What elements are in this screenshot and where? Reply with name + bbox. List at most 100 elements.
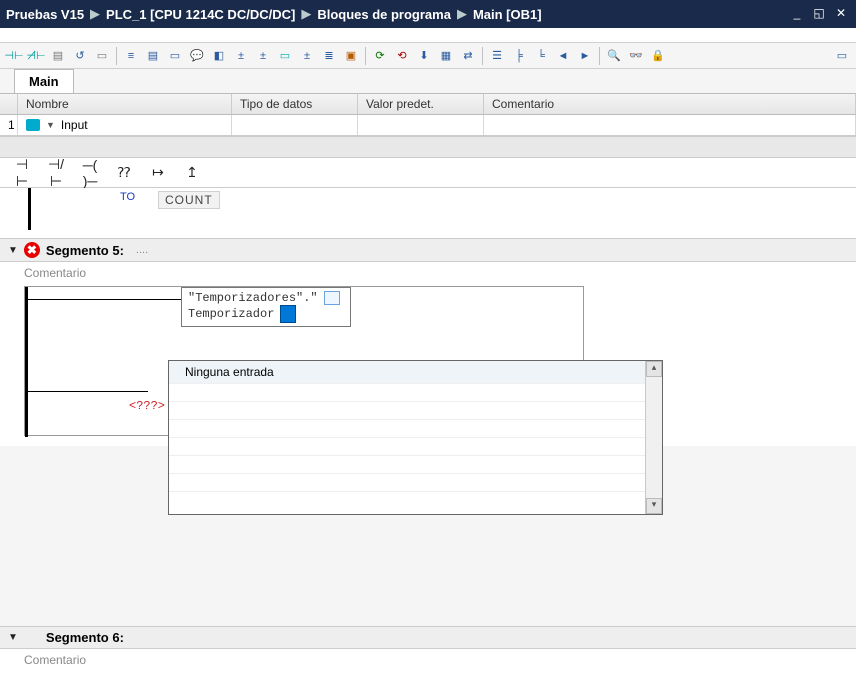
update-icon[interactable]: ↺	[70, 46, 90, 66]
operand-picklist-button[interactable]	[324, 291, 340, 305]
tab-main[interactable]: Main	[14, 69, 74, 93]
rows-icon[interactable]: ≡	[121, 46, 141, 66]
error-badge-icon: ✖	[24, 242, 40, 258]
row-label: Input	[61, 118, 88, 132]
interface-icon[interactable]: ▭	[92, 46, 112, 66]
go-offline-icon[interactable]: ⟲	[392, 46, 412, 66]
collapse-toggle-icon[interactable]: ▼	[8, 632, 18, 643]
autocomplete-dropdown[interactable]: Ninguna entrada ▴ ▾	[168, 360, 663, 515]
split-view-icon[interactable]: ▤	[48, 46, 68, 66]
autocomplete-blank-row	[169, 420, 645, 438]
fav-coil[interactable]: ─( )─	[78, 157, 102, 189]
neg-contact-tool-icon[interactable]: ⊣̸⊢	[26, 46, 46, 66]
structure2-icon[interactable]: ╘	[531, 46, 551, 66]
insert2-icon[interactable]: ±	[253, 46, 273, 66]
autocomplete-item-none[interactable]: Ninguna entrada	[169, 361, 645, 384]
row-nombre[interactable]: ▼ Input	[18, 115, 232, 135]
structure-icon[interactable]: ╞	[509, 46, 529, 66]
power-rail	[25, 287, 28, 437]
wire	[28, 299, 184, 300]
prev-block-count-label: COUNT	[158, 191, 220, 209]
autocomplete-blank-row	[169, 384, 645, 402]
col-comentario[interactable]: Comentario	[484, 94, 856, 114]
fav-branch-close[interactable]: ↥	[180, 164, 204, 181]
row-valor[interactable]	[358, 115, 484, 135]
crumb-sep: ▶	[457, 6, 467, 22]
param-group-icon	[26, 119, 40, 131]
pane-splitter[interactable]	[0, 136, 856, 158]
fav-empty-box[interactable]: ⁇	[112, 164, 136, 181]
crumb-sep: ▶	[301, 6, 311, 22]
col-tipo[interactable]: Tipo de datos	[232, 94, 358, 114]
autocomplete-blank-row	[169, 456, 645, 474]
scroll-down-icon[interactable]: ▾	[646, 498, 662, 514]
go-online-icon[interactable]: ⟳	[370, 46, 390, 66]
operand-text-line1: "Temporizadores"."	[188, 291, 318, 305]
favorite-box-icon[interactable]: ▣	[341, 46, 361, 66]
comment-icon[interactable]: 💬	[187, 46, 207, 66]
find-icon[interactable]: 🔍	[604, 46, 624, 66]
toolbar-sep	[599, 47, 600, 65]
autocomplete-blank-row	[169, 438, 645, 456]
unassigned-operand[interactable]: <???>	[129, 399, 165, 413]
segment6-comment[interactable]: Comentario	[24, 653, 832, 667]
col-rownum	[0, 94, 18, 114]
col-nombre[interactable]: Nombre	[18, 94, 232, 114]
restore-button[interactable]: ◱	[810, 5, 828, 23]
list-icon[interactable]: ≣	[319, 46, 339, 66]
window-titlebar: Pruebas V15 ▶ PLC_1 [CPU 1214C DC/DC/DC]…	[0, 0, 856, 28]
autocomplete-list[interactable]: Ninguna entrada	[169, 361, 645, 514]
crumb-plc: PLC_1 [CPU 1214C DC/DC/DC]	[106, 7, 295, 22]
wire-branch	[28, 391, 148, 392]
favorites-bar: ⊣ ⊢ ⊣/⊢ ─( )─ ⁇ ↦ ↥	[0, 158, 856, 188]
prev-block-to-label: TO	[120, 191, 135, 203]
contact-tool-icon[interactable]: ⊣⊢	[4, 46, 24, 66]
segment6-header[interactable]: ▼ Segmento 6:	[0, 626, 856, 649]
tag-icon[interactable]: ◧	[209, 46, 229, 66]
crumb-folder: Bloques de programa	[317, 7, 451, 22]
fav-branch-open[interactable]: ↦	[146, 164, 170, 181]
fav-contact[interactable]: ⊣ ⊢	[10, 156, 34, 190]
expand-toggle-icon[interactable]: ▼	[46, 120, 55, 130]
text-cursor-icon	[280, 305, 296, 323]
compile-icon[interactable]: ▦	[436, 46, 456, 66]
fav-neg-contact[interactable]: ⊣/⊢	[44, 156, 68, 190]
collapse-toggle-icon[interactable]: ▼	[8, 245, 18, 256]
segment5-header[interactable]: ▼ ✖ Segmento 5: ....	[0, 238, 856, 262]
insert3-icon[interactable]: ±	[297, 46, 317, 66]
iobox-icon[interactable]: ▭	[275, 46, 295, 66]
segment5-comment[interactable]: Comentario	[24, 266, 832, 280]
dropdown-scrollbar[interactable]: ▴ ▾	[645, 361, 662, 514]
ladder-editor[interactable]: TO COUNT	[0, 188, 856, 238]
network-view-icon[interactable]: ▤	[143, 46, 163, 66]
segment5-ellipsis: ....	[136, 244, 148, 256]
power-rail	[28, 188, 31, 230]
glasses-icon[interactable]: 👓	[626, 46, 646, 66]
download-icon[interactable]: ⬇	[414, 46, 434, 66]
insert-icon[interactable]: ±	[231, 46, 251, 66]
breadcrumb: Pruebas V15 ▶ PLC_1 [CPU 1214C DC/DC/DC]…	[6, 6, 542, 22]
compare-icon[interactable]: ⇄	[458, 46, 478, 66]
editor-toolbar: ⊣⊢ ⊣̸⊢ ▤ ↺ ▭ ≡ ▤ ▭ 💬 ◧ ± ± ▭ ± ≣ ▣ ⟳ ⟲ ⬇…	[0, 43, 856, 69]
editor-tabstrip: Main	[0, 69, 856, 94]
row-comentario[interactable]	[484, 115, 856, 135]
close-button[interactable]: ✕	[832, 5, 850, 23]
row-tipo[interactable]	[232, 115, 358, 135]
crumb-sep: ▶	[90, 6, 100, 22]
scroll-up-icon[interactable]: ▴	[646, 361, 662, 377]
block-view-icon[interactable]: ▭	[165, 46, 185, 66]
lock-icon[interactable]: 🔒	[648, 46, 668, 66]
toolbar-sep	[482, 47, 483, 65]
operand-input[interactable]: "Temporizadores"." Temporizador	[181, 287, 351, 327]
col-valor[interactable]: Valor predet.	[358, 94, 484, 114]
nav-right-icon[interactable]: ►	[575, 46, 595, 66]
interface-row[interactable]: 1 ▼ Input	[0, 115, 856, 136]
monitor-icon[interactable]: ☰	[487, 46, 507, 66]
properties-icon[interactable]: ▭	[832, 46, 852, 66]
crumb-block: Main [OB1]	[473, 7, 542, 22]
editor-top-strip	[0, 28, 856, 43]
window-controls: _ ◱ ✕	[788, 5, 850, 23]
nav-left-icon[interactable]: ◄	[553, 46, 573, 66]
segment6-body[interactable]: Comentario	[0, 649, 856, 679]
minimize-button[interactable]: _	[788, 5, 806, 23]
